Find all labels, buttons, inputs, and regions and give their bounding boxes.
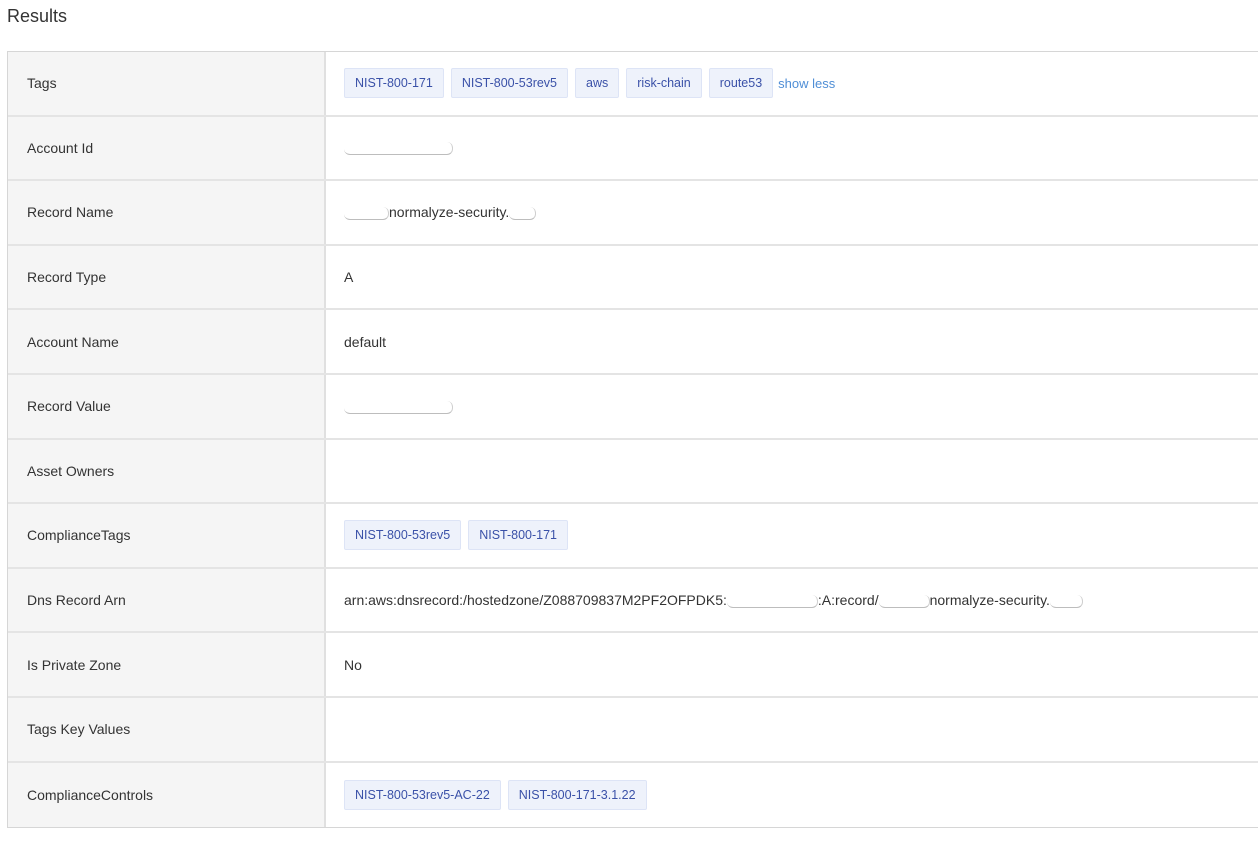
tag-chip[interactable]: aws [575, 68, 620, 99]
row-key: Record Name [8, 181, 326, 244]
row-value: normalyze-security. [326, 181, 1258, 244]
results-table: Tags NIST-800-171 NIST-800-53rev5 aws ri… [7, 51, 1258, 829]
row-value: NIST-800-53rev5-AC-22 NIST-800-171-3.1.2… [326, 763, 1258, 828]
row-record-type: Record Type A [8, 245, 1258, 311]
row-record-name: Record Name normalyze-security. [8, 181, 1258, 246]
row-asset-owners: Asset Owners [8, 439, 1258, 505]
record-name-text: normalyze-security. [389, 204, 510, 221]
redacted-value [1049, 594, 1083, 608]
row-value: NIST-800-53rev5 NIST-800-171 [326, 504, 1258, 567]
row-key: ComplianceTags [8, 504, 326, 567]
row-value: arn:aws:dnsrecord:/hostedzone/Z088709837… [326, 569, 1258, 632]
tag-chip[interactable]: NIST-800-53rev5 [450, 68, 569, 99]
tag-chip[interactable]: NIST-800-171-3.1.22 [507, 779, 647, 810]
row-value: default [344, 333, 387, 350]
arn-text-part: arn:aws:dnsrecord:/hostedzone/Z088709837… [344, 592, 727, 609]
show-less-link[interactable]: show less [778, 76, 835, 91]
row-record-value: Record Value [8, 374, 1258, 440]
row-value [326, 698, 1258, 761]
row-tags-key-values: Tags Key Values [8, 697, 1258, 763]
arn-text-part: normalyze-security. [929, 592, 1050, 609]
row-value: A [344, 269, 354, 286]
row-key: ComplianceControls [8, 762, 326, 828]
row-value [326, 375, 1258, 438]
row-tags: Tags NIST-800-171 NIST-800-53rev5 aws ri… [8, 52, 1258, 117]
redacted-value [344, 400, 453, 414]
tag-chip[interactable]: NIST-800-53rev5 [344, 520, 462, 551]
row-key: Tags [8, 52, 326, 115]
row-key: Asset Owners [8, 439, 326, 503]
row-value: NIST-800-171 NIST-800-53rev5 aws risk-ch… [326, 52, 1258, 115]
row-value [326, 117, 1258, 180]
row-key: Record Value [8, 374, 326, 438]
tag-chip[interactable]: NIST-800-171 [468, 520, 569, 551]
tag-chip[interactable]: route53 [708, 68, 774, 99]
results-heading: Results [7, 6, 68, 26]
row-key: Account Id [8, 116, 326, 180]
arn-text-part: :A:record/ [817, 592, 879, 609]
row-value [326, 440, 1258, 503]
tag-chip[interactable]: risk-chain [626, 68, 702, 99]
row-key: Tags Key Values [8, 697, 326, 761]
redacted-value [344, 206, 389, 220]
row-compliance-controls: ComplianceControls NIST-800-53rev5-AC-22… [8, 762, 1258, 828]
row-key: Record Type [8, 245, 326, 309]
row-value: No [344, 656, 362, 673]
tag-list: NIST-800-171 NIST-800-53rev5 aws risk-ch… [344, 68, 835, 99]
row-key: Account Name [8, 310, 326, 373]
row-dns-record-arn: Dns Record Arn arn:aws:dnsrecord:/hosted… [8, 568, 1258, 634]
tag-list: NIST-800-53rev5-AC-22 NIST-800-171-3.1.2… [344, 779, 647, 810]
tag-chip[interactable]: NIST-800-53rev5-AC-22 [344, 779, 501, 810]
row-key: Is Private Zone [8, 633, 326, 696]
row-account-name: Account Name default [8, 310, 1258, 375]
tag-list: NIST-800-53rev5 NIST-800-171 [344, 520, 569, 551]
redacted-value [878, 594, 930, 608]
tag-chip[interactable]: NIST-800-171 [344, 68, 444, 99]
redacted-value [726, 594, 818, 608]
redacted-value [344, 142, 453, 156]
row-compliance-tags: ComplianceTags NIST-800-53rev5 NIST-800-… [8, 504, 1258, 569]
redacted-value [509, 206, 537, 220]
row-is-private-zone: Is Private Zone No [8, 633, 1258, 698]
row-key: Dns Record Arn [8, 568, 326, 632]
row-account-id: Account Id [8, 116, 1258, 182]
